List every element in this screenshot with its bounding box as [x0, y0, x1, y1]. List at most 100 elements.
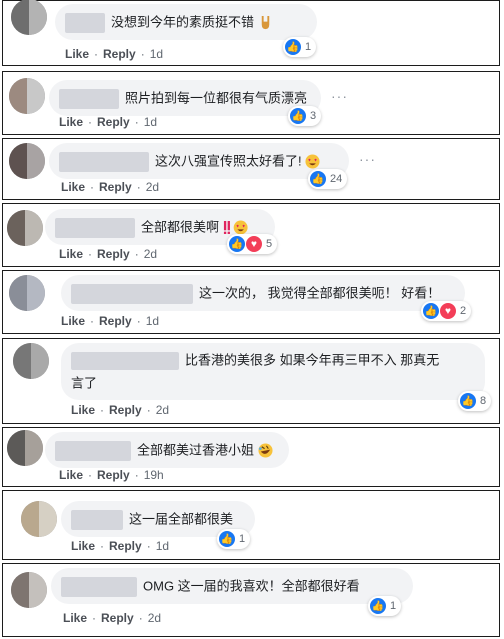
love-reaction-icon: ♥: [246, 236, 262, 252]
comment-bubble: 这一次的， 我觉得全部都很美呃！ 好看！: [61, 275, 465, 311]
rock-on-hand-emoji: [261, 16, 269, 30]
commenter-name[interactable]: [65, 12, 105, 33]
comment-bubble: 没想到今年的素质挺不错: [55, 4, 317, 40]
reply-link[interactable]: Reply: [99, 180, 132, 194]
timestamp[interactable]: 19h: [144, 468, 164, 482]
reaction-summary[interactable]: 👍 ♥ 5: [227, 234, 278, 254]
comment-card: 全部都很美啊 👍 ♥ 5 Like · Reply · 2d: [2, 203, 500, 267]
commenter-name[interactable]: [71, 283, 193, 304]
comment-actions: Like · Reply · 1d: [61, 314, 160, 328]
reaction-summary[interactable]: 👍 1: [368, 596, 402, 616]
avatar[interactable]: [7, 430, 43, 466]
commenter-name[interactable]: [55, 440, 131, 461]
comment-text: 这一届全部都很美: [129, 511, 234, 527]
comment-bubble: OMG 这一届的我喜欢！全部都很好看: [51, 568, 413, 604]
reply-link[interactable]: Reply: [101, 611, 134, 625]
reply-link[interactable]: Reply: [97, 247, 130, 261]
comment-actions: Like · Reply · 1d: [71, 539, 170, 553]
comment-card: OMG 这一届的我喜欢！全部都很好看 👍 1 Like · Reply · 2d: [2, 563, 500, 637]
comment-bubble: 比香港的美很多 如果今年再三甲不入 那真无 言了: [61, 343, 485, 401]
comment-actions: Like · Reply · 2d: [59, 247, 158, 261]
like-reaction-icon: 👍: [460, 393, 476, 409]
comment-text: 没想到今年的素质挺不错: [111, 14, 255, 30]
commenter-name[interactable]: [55, 217, 135, 238]
like-link[interactable]: Like: [71, 539, 95, 553]
like-reaction-icon: 👍: [370, 598, 386, 614]
reply-link[interactable]: Reply: [99, 314, 132, 328]
avatar[interactable]: [13, 343, 49, 379]
comment-text: 这次八强宣传照太好看了!: [155, 153, 302, 169]
like-reaction-icon: 👍: [290, 108, 306, 124]
comment-actions: Like · Reply · 2d: [71, 403, 170, 417]
comment-card: 这一届全部都很美 👍 1 Like · Reply · 1d: [2, 490, 500, 560]
double-exclamation-heart-eyes-emoji: [223, 220, 248, 235]
reaction-summary[interactable]: 👍 3: [288, 106, 322, 126]
comment-text: 全部都很美啊: [141, 219, 220, 235]
comment-text: 全部都美过香港小姐: [137, 442, 255, 458]
comment-actions: Like · Reply · 2d: [61, 180, 160, 194]
like-link[interactable]: Like: [71, 403, 95, 417]
avatar[interactable]: [9, 275, 45, 311]
reply-link[interactable]: Reply: [109, 403, 142, 417]
timestamp[interactable]: 2d: [144, 247, 157, 261]
like-reaction-icon: 👍: [219, 531, 235, 547]
like-reaction-icon: 👍: [310, 171, 326, 187]
timestamp[interactable]: 2d: [146, 180, 159, 194]
rofl-emoji: [258, 443, 273, 458]
comment-text-line-2: 言了: [71, 375, 98, 391]
commenter-name[interactable]: [71, 509, 123, 530]
like-link[interactable]: Like: [59, 247, 83, 261]
comment-text-line-1: 比香港的美很多 如果今年再三甲不入 那真无: [185, 352, 440, 368]
comment-card: 比香港的美很多 如果今年再三甲不入 那真无 言了 👍 8 Like · Reply · 2…: [2, 338, 500, 424]
commenter-name[interactable]: [71, 351, 179, 370]
avatar[interactable]: [11, 572, 47, 608]
reaction-summary[interactable]: 👍 24: [308, 169, 348, 189]
comment-text: 照片拍到每一位都很有气质漂亮: [125, 90, 308, 106]
comment-card: 照片拍到每一位都很有气质漂亮 ··· 👍 3 Like · Reply · 1d: [2, 71, 500, 135]
avatar[interactable]: [9, 143, 45, 179]
comment-card: 这一次的， 我觉得全部都很美呃！ 好看！ 👍 ♥ 2 Like · Reply · 1d: [2, 270, 500, 334]
comment-bubble: 这次八强宣传照太好看了!: [49, 143, 349, 179]
reaction-summary[interactable]: 👍 ♥ 2: [421, 301, 472, 321]
more-options-icon[interactable]: ···: [331, 88, 348, 104]
comment-card: 全部都美过香港小姐 Like · Reply · 19h: [2, 427, 500, 487]
like-link[interactable]: Like: [61, 180, 85, 194]
avatar[interactable]: [9, 78, 45, 114]
timestamp[interactable]: 2d: [148, 611, 161, 625]
heart-eyes-emoji: [305, 154, 320, 169]
like-link[interactable]: Like: [61, 314, 85, 328]
comment-actions: Like · Reply · 1d: [65, 47, 164, 61]
commenter-name[interactable]: [59, 88, 119, 109]
comment-bubble: 照片拍到每一位都很有气质漂亮: [49, 80, 321, 116]
timestamp[interactable]: 1d: [150, 47, 163, 61]
reply-link[interactable]: Reply: [109, 539, 142, 553]
timestamp[interactable]: 1d: [146, 314, 159, 328]
commenter-name[interactable]: [59, 151, 149, 172]
like-reaction-icon: 👍: [423, 303, 439, 319]
comment-actions: Like · Reply · 19h: [59, 468, 164, 482]
avatar[interactable]: [21, 501, 57, 537]
comment-bubble: 全部都美过香港小姐: [45, 432, 289, 468]
more-options-icon[interactable]: ···: [359, 151, 376, 167]
reply-link[interactable]: Reply: [97, 468, 130, 482]
reaction-summary[interactable]: 👍 8: [458, 391, 492, 411]
comment-card: 没想到今年的素质挺不错 👍 1 Like · Reply · 1d: [2, 0, 500, 66]
reaction-summary[interactable]: 👍 1: [217, 529, 251, 549]
like-link[interactable]: Like: [63, 611, 87, 625]
timestamp[interactable]: 2d: [156, 403, 169, 417]
like-link[interactable]: Like: [65, 47, 89, 61]
love-reaction-icon: ♥: [440, 303, 456, 319]
avatar[interactable]: [7, 210, 43, 246]
reaction-summary[interactable]: 👍 1: [283, 37, 317, 57]
reply-link[interactable]: Reply: [103, 47, 136, 61]
like-link[interactable]: Like: [59, 468, 83, 482]
reply-link[interactable]: Reply: [97, 115, 130, 129]
avatar[interactable]: [11, 0, 47, 35]
commenter-name[interactable]: [61, 576, 137, 597]
comment-actions: Like · Reply · 1d: [59, 115, 158, 129]
like-link[interactable]: Like: [59, 115, 83, 129]
timestamp[interactable]: 1d: [156, 539, 169, 553]
timestamp[interactable]: 1d: [144, 115, 157, 129]
comment-text: OMG 这一届的我喜欢！全部都很好看: [143, 578, 360, 594]
like-reaction-icon: 👍: [229, 236, 245, 252]
